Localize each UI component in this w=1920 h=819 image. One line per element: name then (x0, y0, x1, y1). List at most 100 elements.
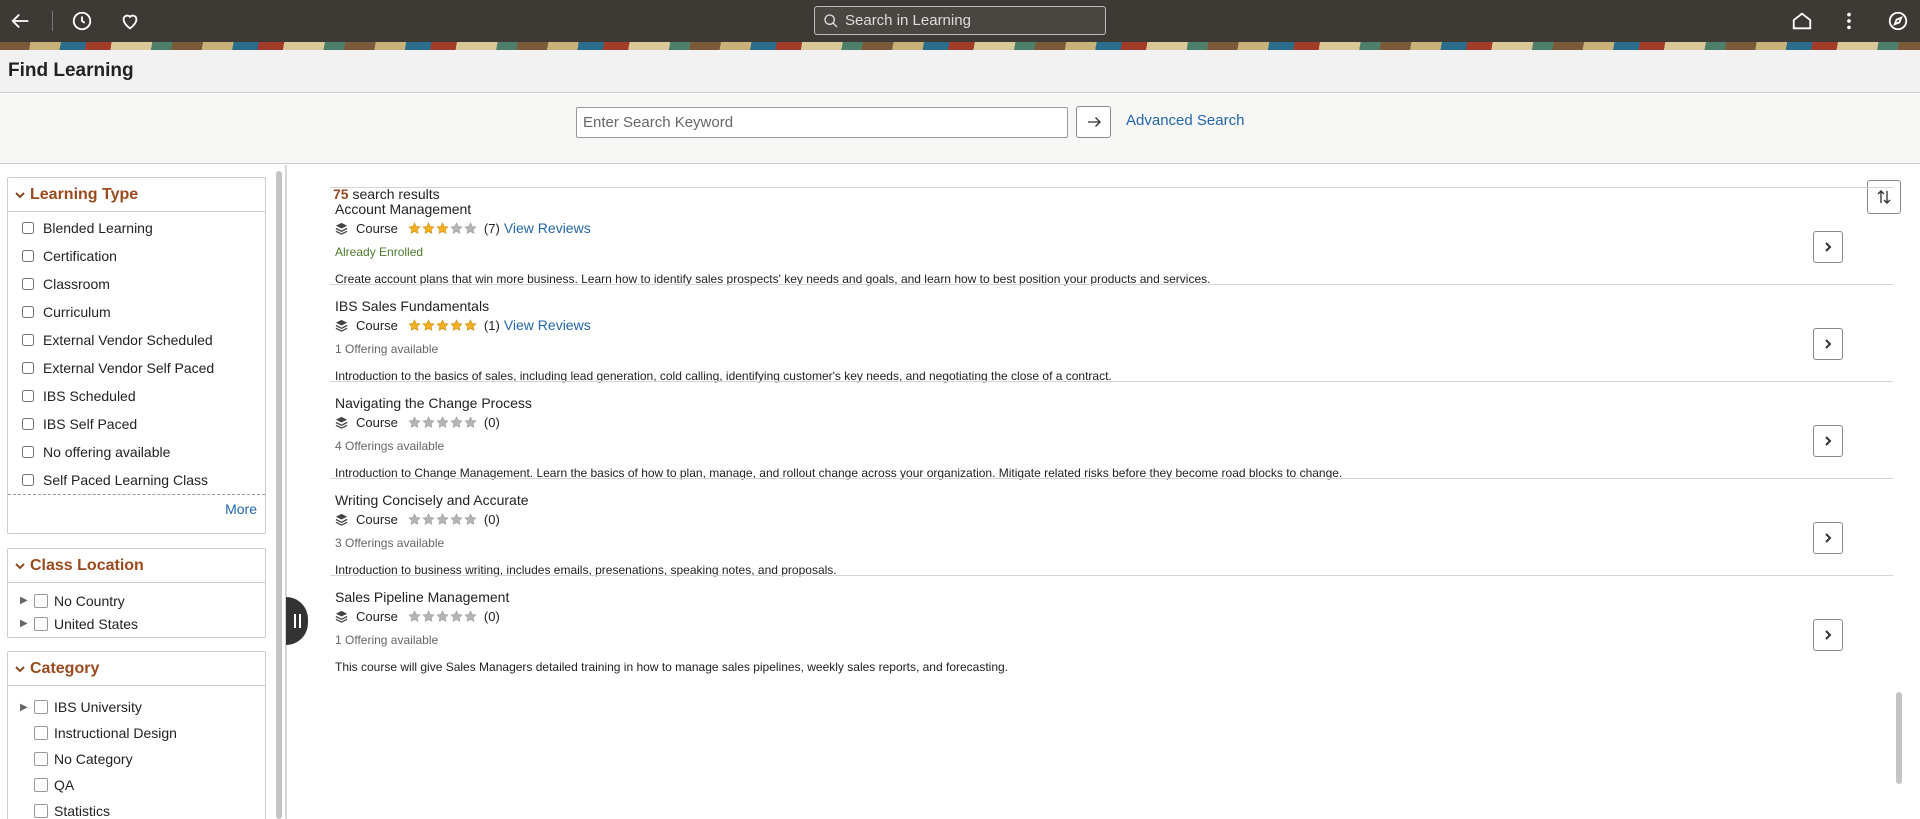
favorites-heart-icon[interactable] (115, 6, 145, 36)
result-meta: Course (1) View Reviews (335, 317, 591, 333)
learning-type-item[interactable]: External Vendor Self Paced (8, 354, 265, 382)
facet-learning-type-header[interactable]: Learning Type (8, 178, 265, 212)
star-empty-icon (422, 512, 435, 525)
result-status: 3 Offerings available (335, 536, 445, 550)
learning-type-item[interactable]: Certification (8, 242, 265, 270)
star-empty-icon (464, 415, 477, 428)
result-item: Navigating the Change Process Course (0)… (330, 381, 1893, 480)
learning-type-item[interactable]: Self Paced Learning Class (8, 466, 265, 494)
advanced-search-link[interactable]: Advanced Search (1126, 112, 1244, 129)
sidebar-scrollbar[interactable] (276, 171, 282, 819)
star-empty-icon (464, 221, 477, 234)
global-search-box[interactable] (814, 6, 1106, 35)
review-count: (0) (483, 511, 500, 527)
learning-type-checkbox[interactable] (22, 418, 34, 430)
category-item: Instructional Design (8, 720, 265, 746)
star-empty-icon (464, 609, 477, 622)
category-checkbox[interactable] (34, 752, 48, 766)
home-icon[interactable] (1787, 6, 1817, 36)
result-type: Course (356, 511, 398, 527)
view-reviews-link[interactable]: View Reviews (504, 220, 591, 236)
category-checkbox[interactable] (34, 804, 48, 818)
learning-type-checkbox[interactable] (22, 222, 34, 234)
category-checkbox[interactable] (34, 778, 48, 792)
location-checkbox[interactable] (34, 616, 48, 631)
result-open-button[interactable] (1813, 619, 1843, 651)
learning-type-checkbox[interactable] (22, 306, 34, 318)
category-checkbox[interactable] (34, 700, 48, 714)
star-empty-icon (450, 221, 463, 234)
category-item: QA (8, 772, 265, 798)
result-status: 4 Offerings available (335, 439, 445, 453)
location-item: ▶ United States (20, 615, 139, 632)
learning-type-item[interactable]: IBS Self Paced (8, 410, 265, 438)
learning-type-checkbox[interactable] (22, 278, 34, 290)
more-link[interactable]: More (8, 494, 265, 522)
result-type: Course (356, 608, 398, 624)
chevron-down-icon (15, 562, 25, 569)
star-filled-icon (408, 221, 421, 234)
learning-type-item[interactable]: No offering available (8, 438, 265, 466)
course-books-icon (335, 416, 348, 429)
learning-type-checkbox[interactable] (22, 390, 34, 402)
result-open-button[interactable] (1813, 425, 1843, 457)
learning-type-checkbox[interactable] (22, 474, 34, 486)
category-item: ▶ IBS University (20, 699, 142, 715)
star-empty-icon (408, 415, 421, 428)
star-filled-icon (422, 318, 435, 331)
review-count: (0) (483, 414, 500, 430)
result-item: Sales Pipeline Management Course (0) 1 O… (330, 575, 1893, 674)
result-open-button[interactable] (1813, 522, 1843, 554)
view-reviews-link[interactable]: View Reviews (504, 317, 591, 333)
expand-triangle-icon[interactable]: ▶ (20, 702, 30, 713)
result-title[interactable]: Account Management (335, 201, 471, 217)
location-item: ▶ No Country (20, 592, 125, 609)
star-empty-icon (408, 512, 421, 525)
learning-type-checkbox[interactable] (22, 334, 34, 346)
result-open-button[interactable] (1813, 231, 1843, 263)
facet-category-header[interactable]: Category (8, 652, 265, 686)
facet-class-location-header[interactable]: Class Location (8, 549, 265, 583)
global-search-input[interactable] (845, 12, 1095, 29)
learning-type-item[interactable]: External Vendor Scheduled (8, 326, 265, 354)
result-item: Writing Concisely and Accurate Course (0… (330, 478, 1893, 577)
result-title[interactable]: Writing Concisely and Accurate (335, 492, 529, 508)
results-scrollbar[interactable] (1896, 692, 1902, 784)
search-go-button[interactable] (1076, 106, 1111, 138)
course-books-icon (335, 610, 348, 623)
star-rating (408, 221, 478, 235)
facet-category: Category ▶ IBS University Instructional D… (7, 651, 266, 819)
star-filled-icon (408, 318, 421, 331)
keyword-search-input[interactable] (576, 107, 1068, 138)
chevron-right-icon (1825, 630, 1832, 640)
chevron-right-icon (1825, 436, 1832, 446)
star-rating (408, 512, 478, 526)
result-open-button[interactable] (1813, 328, 1843, 360)
star-rating (408, 318, 478, 332)
history-icon[interactable] (67, 6, 97, 36)
expand-triangle-icon[interactable]: ▶ (20, 618, 30, 629)
chevron-right-icon (1825, 533, 1832, 543)
expand-triangle-icon[interactable]: ▶ (20, 595, 30, 606)
result-title[interactable]: IBS Sales Fundamentals (335, 298, 489, 314)
learning-type-checkbox[interactable] (22, 362, 34, 374)
navigator-compass-icon[interactable] (1883, 6, 1913, 36)
learning-type-item[interactable]: Classroom (8, 270, 265, 298)
learning-type-item[interactable]: Blended Learning (8, 214, 265, 242)
learning-type-item[interactable]: Curriculum (8, 298, 265, 326)
learning-type-item[interactable]: IBS Scheduled (8, 382, 265, 410)
result-meta: Course (7) View Reviews (335, 220, 591, 236)
more-actions-icon[interactable] (1834, 6, 1864, 36)
learning-type-checkbox[interactable] (22, 250, 34, 262)
back-arrow-icon[interactable] (6, 6, 36, 36)
star-filled-icon (436, 318, 449, 331)
category-checkbox[interactable] (34, 726, 48, 740)
star-rating (408, 609, 478, 623)
result-meta: Course (0) (335, 414, 504, 430)
arrow-right-icon (1087, 117, 1101, 127)
facet-class-location: Class Location ▶ No Country ▶ United State… (7, 548, 266, 638)
learning-type-checkbox[interactable] (22, 446, 34, 458)
result-title[interactable]: Navigating the Change Process (335, 395, 532, 411)
location-checkbox[interactable] (34, 593, 48, 608)
result-title[interactable]: Sales Pipeline Management (335, 589, 509, 605)
